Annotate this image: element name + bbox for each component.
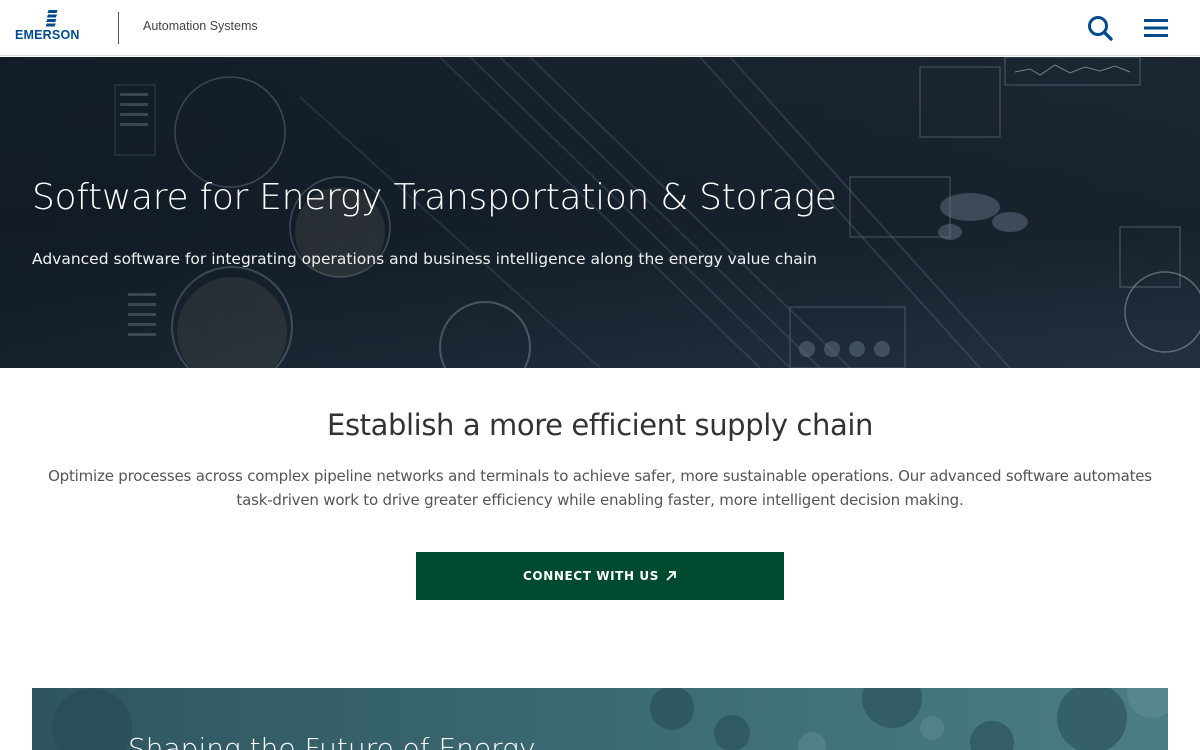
search-icon bbox=[1088, 16, 1113, 41]
emerson-logo-mark-icon bbox=[45, 10, 58, 27]
menu-button[interactable] bbox=[1142, 14, 1170, 42]
cta-label: CONNECT WITH US bbox=[523, 569, 659, 583]
intro-body: Optimize processes across complex pipeli… bbox=[48, 467, 1152, 509]
site-header: EMERSON Automation Systems bbox=[0, 0, 1200, 56]
promo-title[interactable]: Shaping the Future of Energy bbox=[128, 732, 536, 750]
hero-title: Software for Energy Transportation & Sto… bbox=[32, 177, 837, 218]
logo-text: EMERSON bbox=[15, 28, 80, 42]
hero-banner: Software for Energy Transportation & Sto… bbox=[0, 57, 1200, 368]
header-divider bbox=[118, 12, 119, 44]
intro-heading: Establish a more efficient supply chain bbox=[327, 408, 873, 442]
external-arrow-icon bbox=[666, 571, 676, 581]
search-button[interactable] bbox=[1086, 14, 1114, 42]
emerson-logo[interactable]: EMERSON bbox=[15, 9, 95, 43]
hamburger-menu-icon bbox=[1144, 19, 1168, 37]
site-name[interactable]: Automation Systems bbox=[143, 19, 258, 33]
hero-subtitle: Advanced software for integrating operat… bbox=[32, 250, 817, 268]
promo-banner[interactable]: Shaping the Future of Energy bbox=[32, 688, 1168, 750]
connect-with-us-button[interactable]: CONNECT WITH US bbox=[416, 552, 784, 600]
